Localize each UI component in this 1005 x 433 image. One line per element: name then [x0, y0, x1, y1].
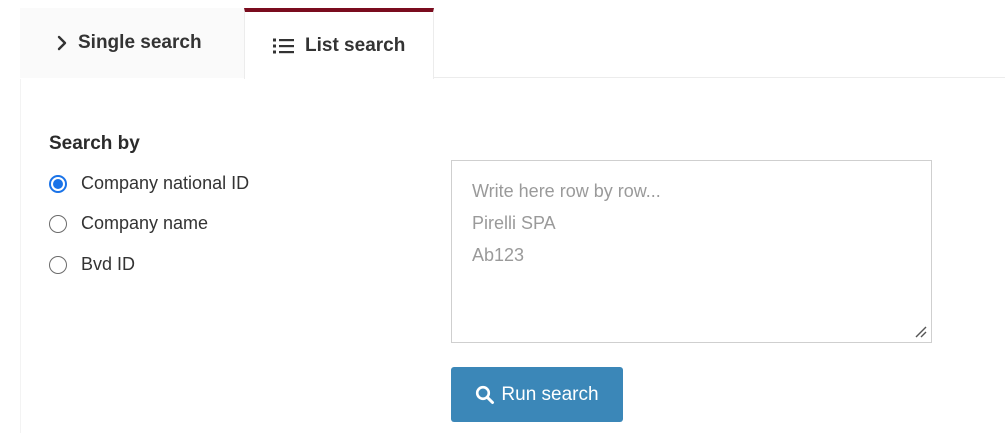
- list-input-textarea[interactable]: [452, 161, 931, 342]
- run-search-button[interactable]: Run search: [451, 367, 623, 422]
- list-input-container: [451, 160, 932, 343]
- resize-handle-icon[interactable]: [913, 324, 927, 338]
- list-search-panel: Search by Company national ID Company na…: [20, 79, 1005, 433]
- tab-list-search[interactable]: List search: [244, 8, 434, 79]
- chevron-right-icon: [56, 35, 68, 51]
- radio-button[interactable]: [49, 255, 67, 274]
- list-icon: [273, 37, 295, 55]
- radio-label: Bvd ID: [81, 254, 136, 274]
- radio-company-national-id[interactable]: Company national ID: [49, 173, 249, 194]
- tab-single-search-label: Single search: [78, 32, 202, 53]
- search-by-title: Search by: [49, 133, 140, 154]
- radio-button-selected[interactable]: [49, 174, 67, 193]
- tab-single-search[interactable]: Single search: [20, 8, 244, 78]
- search-tabs: Single search List search: [20, 8, 1005, 79]
- tab-list-search-label: List search: [305, 34, 406, 56]
- radio-label: Company name: [81, 213, 209, 233]
- search-icon: [475, 385, 495, 405]
- list-search-app: Single search List search Search by Comp…: [0, 0, 1005, 433]
- radio-button[interactable]: [49, 214, 67, 233]
- radio-label: Company national ID: [81, 173, 250, 193]
- radio-bvd-id[interactable]: Bvd ID: [49, 254, 135, 275]
- run-search-label: Run search: [501, 383, 599, 405]
- radio-company-name[interactable]: Company name: [49, 213, 208, 234]
